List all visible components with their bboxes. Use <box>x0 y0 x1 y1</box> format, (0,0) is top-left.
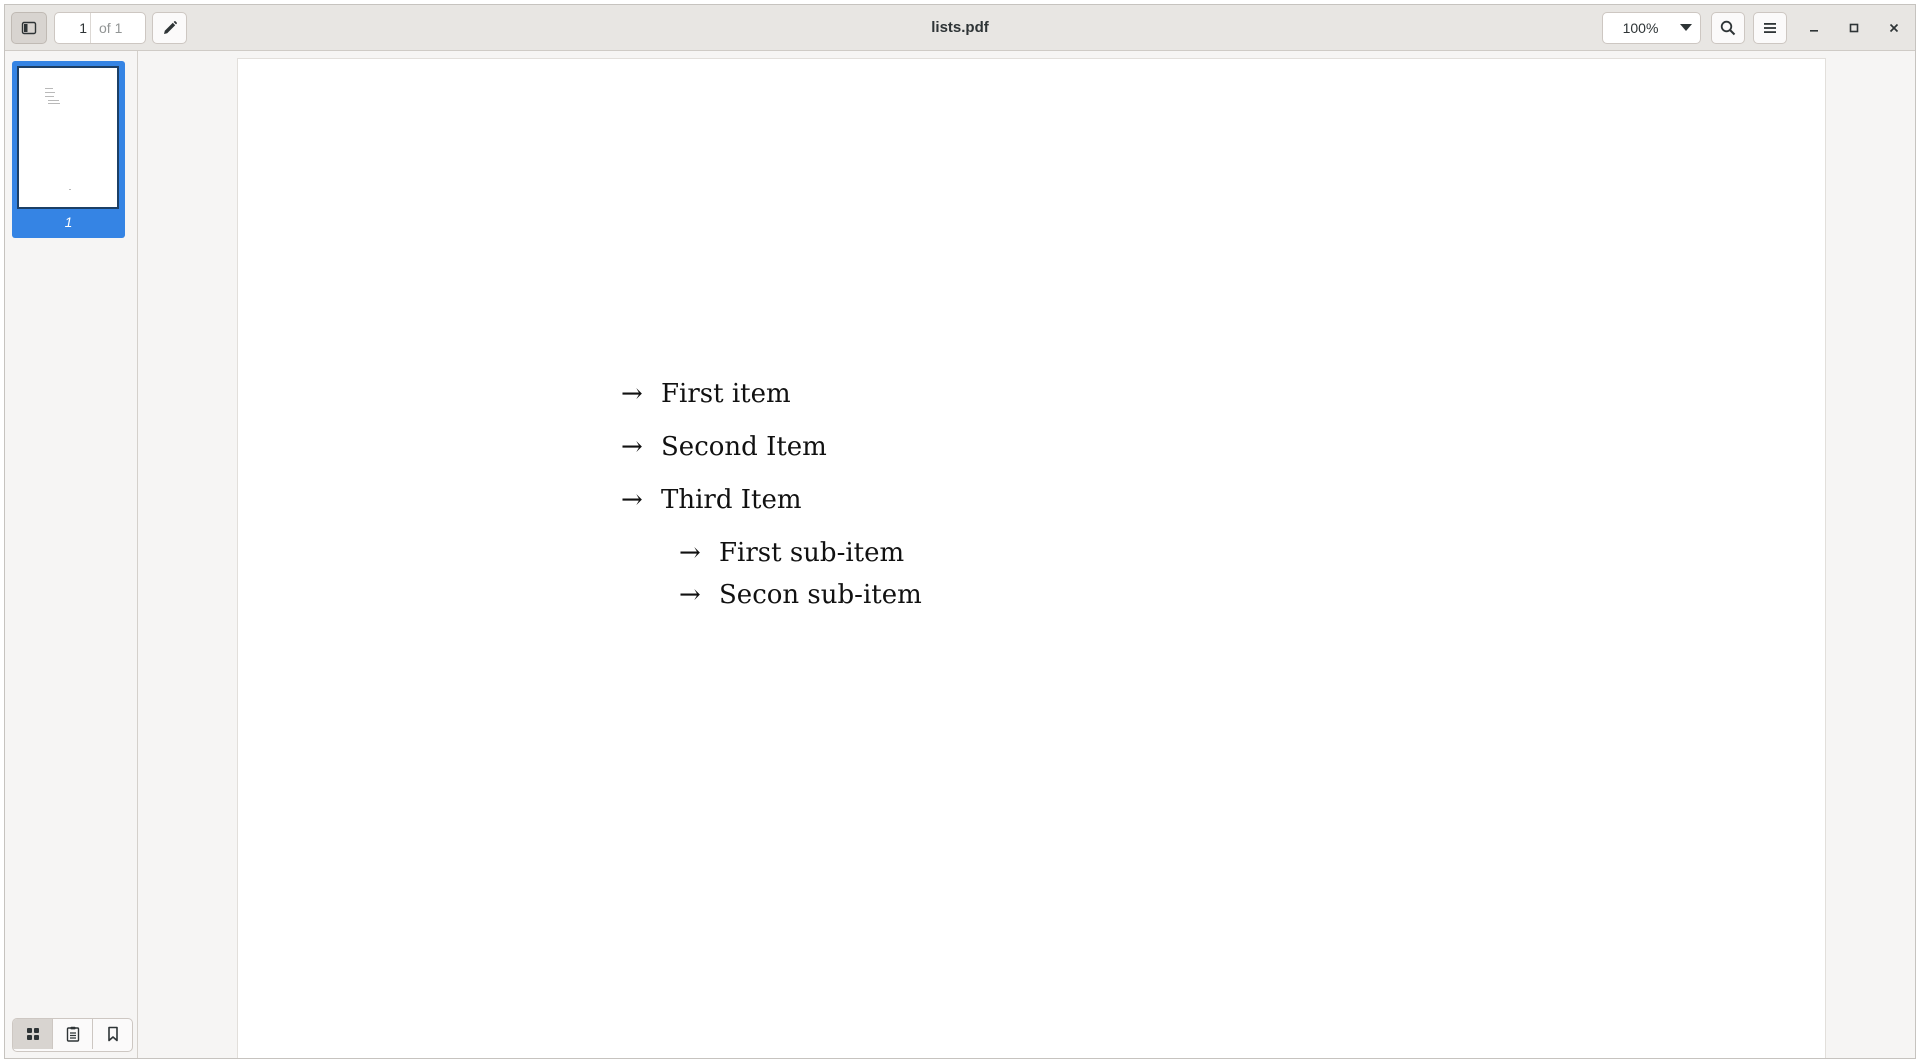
main-menu-button[interactable] <box>1753 12 1787 44</box>
document-viewer[interactable]: → First item → Second Item → Third Item … <box>138 51 1915 1058</box>
list-item: → First item <box>621 379 791 409</box>
arrow-bullet: → <box>679 538 701 568</box>
maximize-icon <box>1849 23 1859 33</box>
maximize-button[interactable] <box>1842 16 1866 40</box>
pdf-page: → First item → Second Item → Third Item … <box>238 59 1825 1058</box>
page-thumbnail[interactable]: 1 <box>12 61 125 238</box>
bookmark-icon <box>107 1026 118 1042</box>
close-icon <box>1889 23 1899 33</box>
search-button[interactable] <box>1711 12 1745 44</box>
zoom-level-value: 100% <box>1622 20 1659 36</box>
zoom-selector[interactable]: 100% <box>1602 12 1701 44</box>
pencil-icon <box>163 21 177 34</box>
search-icon <box>1720 20 1736 36</box>
current-page-input[interactable]: 1 <box>55 13 91 43</box>
evince-window: 1 of 1 lists.pdf 100% 1 → First item → S… <box>4 4 1916 1059</box>
sub-list-item-text: First sub-item <box>719 538 905 568</box>
list-item-text: Second Item <box>661 432 827 462</box>
hamburger-menu-icon <box>1764 23 1776 33</box>
sidebar: 1 <box>5 51 138 1058</box>
annotate-button[interactable] <box>152 12 187 44</box>
list-item-text: First item <box>661 379 791 409</box>
thumbnails-icon <box>26 1028 39 1040</box>
outline-view-button[interactable] <box>53 1019 93 1049</box>
page-number-field[interactable]: 1 of 1 <box>54 12 146 44</box>
sub-list-item: → First sub-item <box>679 538 904 568</box>
close-button[interactable] <box>1882 16 1906 40</box>
arrow-bullet: → <box>621 432 643 462</box>
chevron-down-icon <box>1672 24 1700 32</box>
thumbnails-view-button[interactable] <box>13 1019 53 1049</box>
list-item: → Second Item <box>621 432 827 462</box>
page-count-label: of 1 <box>99 20 123 36</box>
list-item: → Third Item <box>621 485 802 515</box>
sub-list-item-text: Secon sub-item <box>719 580 922 610</box>
list-item-text: Third Item <box>661 485 802 515</box>
sidebar-toggle-button[interactable] <box>11 12 47 44</box>
bookmarks-view-button[interactable] <box>93 1019 132 1049</box>
arrow-bullet: → <box>621 485 643 515</box>
minimize-icon <box>1810 30 1818 32</box>
outline-icon <box>66 1026 79 1042</box>
sub-list-item: → Secon sub-item <box>679 580 922 610</box>
sidebar-view-switcher <box>12 1018 133 1052</box>
thumbnail-preview <box>17 66 119 209</box>
minimize-button[interactable] <box>1802 16 1826 40</box>
headerbar: 1 of 1 lists.pdf 100% <box>5 5 1915 51</box>
arrow-bullet: → <box>679 580 701 610</box>
arrow-bullet: → <box>621 379 643 409</box>
thumbnail-page-label: 1 <box>64 214 73 230</box>
sidebar-icon <box>21 21 37 35</box>
